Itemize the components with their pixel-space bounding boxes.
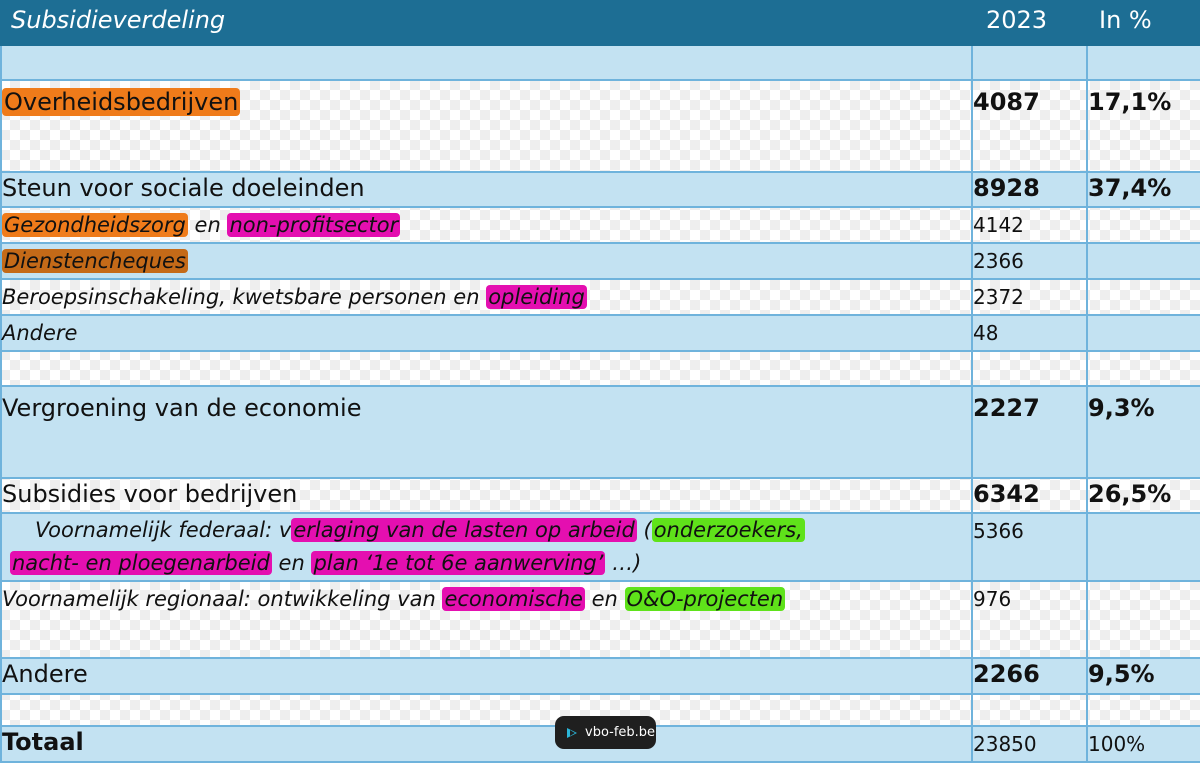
table-row: Beroepsinschakeling, kwetsbare personen … xyxy=(0,278,1200,316)
table-row: Overheidsbedrijven 4087 17,1% xyxy=(0,79,1200,173)
row-label: Vergroening van de economie xyxy=(0,385,973,479)
row-value: 2366 xyxy=(971,242,1088,280)
row-value: 2227 xyxy=(971,385,1088,479)
row-value: 976 xyxy=(971,580,1088,659)
row-value: 48 xyxy=(971,314,1088,352)
spacer-row xyxy=(0,44,1200,81)
row-percent: 9,5% xyxy=(1086,657,1200,695)
row-label: Voornamelijk federaal: verlaging van de … xyxy=(0,512,973,582)
vbo-logo-icon xyxy=(567,727,577,738)
row-value: 6342 xyxy=(971,477,1088,514)
header-title: Subsidieverdeling xyxy=(0,0,973,46)
header-row: Subsidieverdeling 2023 In % xyxy=(0,0,1200,46)
watermark: vbo-feb.be xyxy=(555,716,656,749)
row-value: 2266 xyxy=(971,657,1088,695)
row-value: 8928 xyxy=(971,171,1088,208)
row-label: Subsidies voor bedrijven xyxy=(0,477,973,514)
row-value: 4087 xyxy=(971,79,1088,173)
row-value: 4142 xyxy=(971,206,1088,244)
row-label: Gezondheidszorg en non-profitsector xyxy=(0,206,973,244)
row-label: Overheidsbedrijven xyxy=(2,88,241,116)
table-row: Andere 48 xyxy=(0,314,1200,352)
row-value: 2372 xyxy=(971,278,1088,316)
table-row: Vergroening van de economie 2227 9,3% xyxy=(0,385,1200,479)
watermark-text: vbo-feb.be xyxy=(585,725,656,740)
row-percent: 26,5% xyxy=(1086,477,1200,514)
row-label: Dienstencheques xyxy=(0,242,973,280)
row-label: Andere xyxy=(0,314,973,352)
table-row: Subsidies voor bedrijven 6342 26,5% xyxy=(0,477,1200,514)
row-label: Totaal xyxy=(0,725,973,763)
row-value: 5366 xyxy=(971,512,1088,582)
row-value: 23850 xyxy=(971,725,1088,763)
spacer-row xyxy=(0,350,1200,387)
header-year: 2023 xyxy=(971,0,1088,46)
subsidy-table: Subsidieverdeling 2023 In % Overheidsbed… xyxy=(0,0,1200,763)
table-row: Andere 2266 9,5% xyxy=(0,657,1200,695)
row-label: Steun voor sociale doeleinden xyxy=(0,171,973,208)
row-percent: 37,4% xyxy=(1086,171,1200,208)
table-row: Voornamelijk regionaal: ontwikkeling van… xyxy=(0,580,1200,659)
table-row: Gezondheidszorg en non-profitsector 4142 xyxy=(0,206,1200,244)
row-percent: 100% xyxy=(1086,725,1200,763)
row-label: Beroepsinschakeling, kwetsbare personen … xyxy=(0,278,973,316)
row-percent: 9,3% xyxy=(1086,385,1200,479)
row-label: Voornamelijk regionaal: ontwikkeling van… xyxy=(0,580,973,659)
table-row: Voornamelijk federaal: verlaging van de … xyxy=(0,512,1200,582)
header-percent: In % xyxy=(1086,0,1200,46)
row-label: Andere xyxy=(0,657,973,695)
table-row: Steun voor sociale doeleinden 8928 37,4% xyxy=(0,171,1200,208)
row-percent: 17,1% xyxy=(1086,79,1200,173)
table-row: Dienstencheques 2366 xyxy=(0,242,1200,280)
